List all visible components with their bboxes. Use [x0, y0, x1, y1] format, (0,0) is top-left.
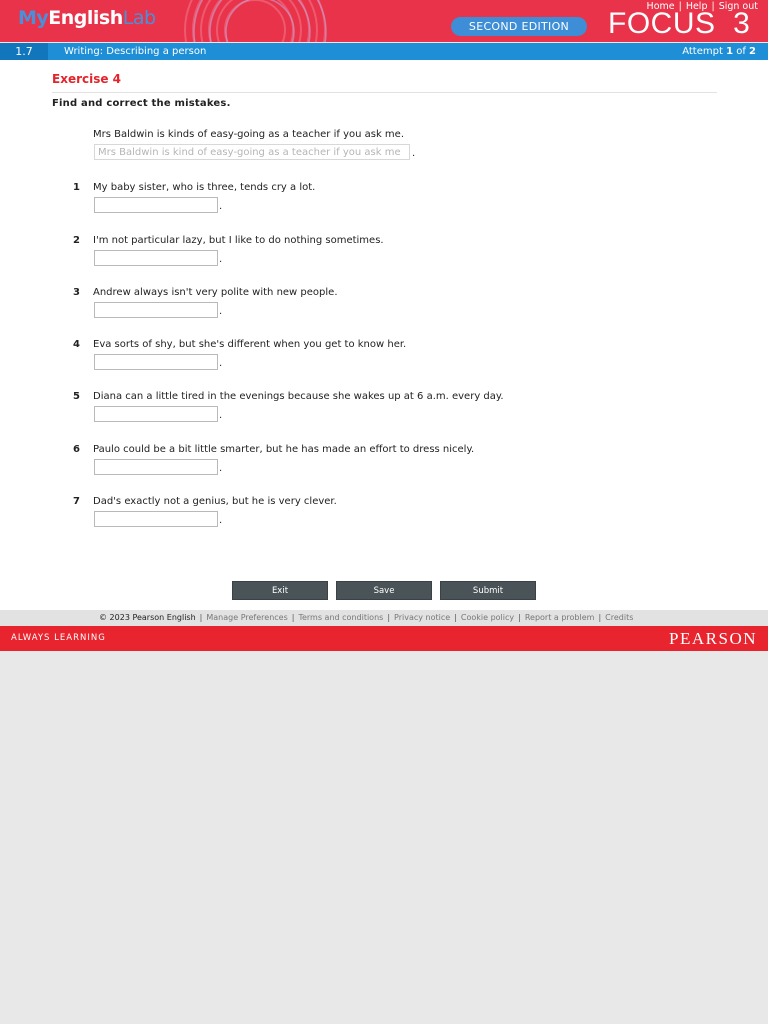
exercise-panel: Exercise 4 Find and correct the mistakes… — [0, 60, 768, 610]
exercise-instruction: Find and correct the mistakes. — [52, 98, 231, 109]
period: . — [412, 148, 416, 159]
terms-link[interactable]: Terms and conditions — [298, 613, 383, 622]
question-number: 5 — [73, 391, 80, 402]
exit-button[interactable]: Exit — [232, 581, 328, 600]
app-header: MyEnglishLab Home | Help | Sign out SECOND E… — [0, 0, 768, 42]
save-button[interactable]: Save — [336, 581, 432, 600]
question-number: 4 — [73, 339, 80, 350]
answer-input[interactable] — [94, 250, 218, 266]
answer-input[interactable] — [94, 459, 218, 475]
period: . — [219, 254, 223, 265]
answer-input[interactable] — [94, 511, 218, 527]
decorative-swirl-graphic — [184, 0, 327, 42]
period: . — [219, 410, 223, 421]
example-answer — [94, 144, 410, 160]
question-number: 2 — [73, 235, 80, 246]
attempt-prefix: Attempt — [682, 46, 727, 57]
attempt-current: 1 — [726, 46, 734, 57]
exercise-title: Exercise 4 — [52, 72, 122, 86]
period: . — [219, 515, 223, 526]
question-sentence: Diana can a little tired in the evenings… — [93, 391, 504, 402]
attempt-counter: Attempt 1 of 2 — [682, 43, 756, 60]
credits-link[interactable]: Credits — [605, 613, 633, 622]
separator: | — [518, 613, 521, 622]
period: . — [219, 201, 223, 212]
question-sentence: Andrew always isn't very polite with new… — [93, 287, 338, 298]
cookie-policy-link[interactable]: Cookie policy — [461, 613, 514, 622]
footer-links: © 2023 Pearson English | Manage Preference… — [99, 613, 633, 622]
pearson-bar: ALWAYS LEARNING PEARSON — [0, 626, 768, 651]
separator: | — [199, 613, 203, 622]
question-number: 6 — [73, 444, 80, 455]
edition-badge: SECOND EDITION — [451, 17, 587, 36]
period: . — [219, 306, 223, 317]
submit-button[interactable]: Submit — [440, 581, 536, 600]
period: . — [219, 358, 223, 369]
separator: | — [454, 613, 457, 622]
attempt-total: 2 — [749, 46, 756, 57]
brand-lab: Lab — [122, 7, 156, 29]
example-sentence: Mrs Baldwin is kinds of easy-going as a … — [93, 129, 405, 140]
answer-input[interactable] — [94, 197, 218, 213]
question-sentence: Eva sorts of shy, but she's different wh… — [93, 339, 407, 350]
attempt-of: of — [733, 46, 750, 57]
footer: © 2023 Pearson English | Manage Preference… — [0, 610, 768, 626]
copyright: © 2023 Pearson English — [99, 613, 196, 622]
separator: | — [291, 613, 295, 622]
period: . — [219, 463, 223, 474]
answer-input[interactable] — [94, 354, 218, 370]
brand-my: My — [18, 7, 49, 29]
answer-input[interactable] — [94, 302, 218, 318]
unit-title: Writing: Describing a person — [64, 46, 207, 57]
separator: | — [598, 613, 602, 622]
brand-english: English — [48, 7, 123, 29]
unit-bar: 1.7 Writing: Describing a person Attempt… — [0, 43, 768, 60]
report-problem-link[interactable]: Report a problem — [525, 613, 595, 622]
privacy-link[interactable]: Privacy notice — [394, 613, 450, 622]
separator: | — [387, 613, 391, 622]
answer-input[interactable] — [94, 406, 218, 422]
question-sentence: I'm not particular lazy, but I like to d… — [93, 235, 384, 246]
myenglishlab-logo[interactable]: MyEnglishLab — [18, 7, 156, 29]
question-number: 7 — [73, 496, 80, 507]
question-sentence: Dad's exactly not a genius, but he is ve… — [93, 496, 337, 507]
divider — [52, 92, 717, 93]
manage-preferences-link[interactable]: Manage Preferences — [206, 613, 287, 622]
question-number: 3 — [73, 287, 80, 298]
product-logo: FOCUS 3 — [608, 7, 751, 40]
question-sentence: My baby sister, who is three, tends cry … — [93, 182, 316, 193]
question-sentence: Paulo could be a bit little smarter, but… — [93, 444, 475, 455]
unit-number: 1.7 — [0, 43, 48, 60]
tagline: ALWAYS LEARNING — [11, 633, 106, 643]
question-number: 1 — [73, 182, 80, 193]
pearson-logo[interactable]: PEARSON — [669, 629, 757, 649]
